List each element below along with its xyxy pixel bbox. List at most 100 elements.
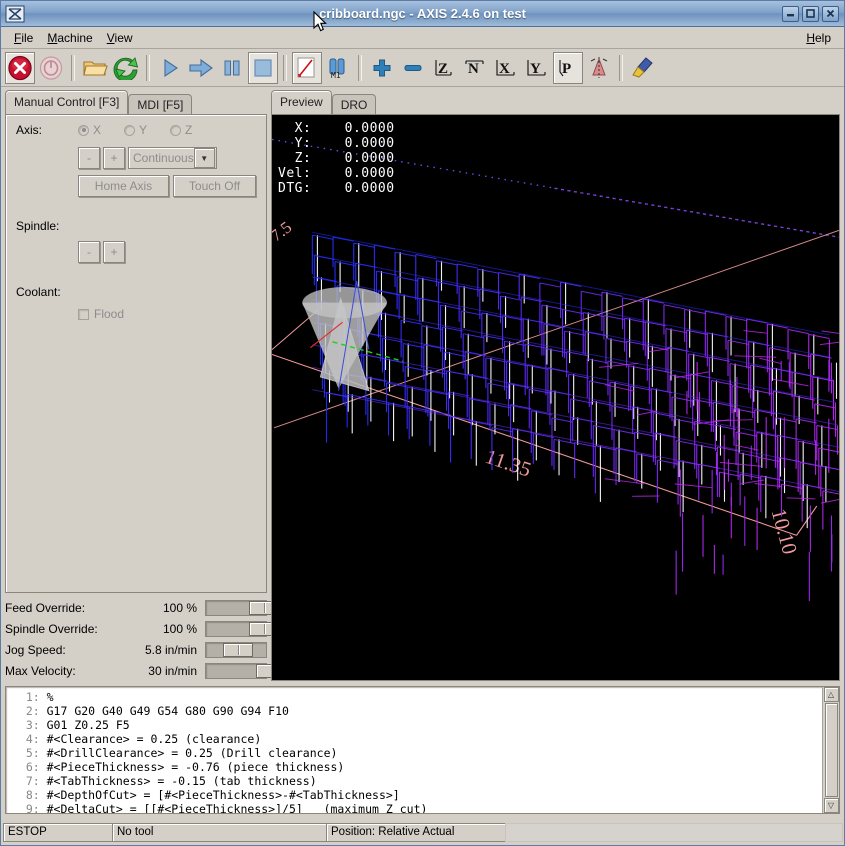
- jog-speed-label: Jog Speed:: [5, 642, 66, 657]
- toolpath-scene: 11.35 10.10 7.5: [272, 138, 839, 602]
- scroll-thumb[interactable]: [824, 703, 838, 797]
- tool-cone-button[interactable]: [584, 52, 614, 84]
- gcode-text[interactable]: 1: % 2: G17 G20 G40 G49 G54 G80 G90 G94 …: [6, 687, 822, 813]
- axis-radio-z[interactable]: Z: [170, 123, 216, 137]
- jog-controls-row: - + Continuous ▼: [16, 147, 256, 169]
- gcode-line-text: #<DeltaCut> = [[#<PieceThickness>]/5] (m…: [46, 802, 428, 814]
- gcode-line[interactable]: 2: G17 G20 G40 G49 G54 G80 G90 G94 F10: [12, 704, 822, 718]
- open-file-button[interactable]: [80, 52, 110, 84]
- gcode-line[interactable]: 7: #<TabThickness> = -0.15 (tab thicknes…: [12, 774, 822, 788]
- feed-override-label: Feed Override:: [5, 600, 86, 615]
- zoom-in-button[interactable]: [367, 52, 397, 84]
- block-delete-button[interactable]: [292, 51, 322, 84]
- menu-file[interactable]: FFileile: [7, 29, 40, 47]
- gcode-line[interactable]: 1: %: [12, 690, 822, 704]
- spindle-override-label: Spindle Override:: [5, 621, 98, 636]
- spindle-minus-button[interactable]: -: [78, 241, 100, 263]
- spindle-override-value: 100 %: [162, 621, 197, 636]
- scroll-down-arrow-icon[interactable]: ▽: [823, 798, 839, 813]
- svg-text:M1: M1: [331, 71, 341, 80]
- jog-speed-slider[interactable]: [205, 641, 267, 658]
- gcode-pane[interactable]: 1: % 2: G17 G20 G40 G49 G54 G80 G90 G94 …: [5, 686, 840, 814]
- gcode-line-number: 9:: [12, 802, 47, 814]
- menu-view[interactable]: View: [100, 29, 140, 47]
- feed-override-slider[interactable]: [205, 599, 280, 616]
- spindle-override-slider[interactable]: [205, 620, 280, 637]
- menu-help[interactable]: Help: [799, 29, 838, 47]
- dimension-x-label: 11.35: [482, 444, 534, 481]
- tab-preview[interactable]: Preview: [271, 90, 332, 114]
- machine-power-button[interactable]: [36, 52, 66, 84]
- gcode-line[interactable]: 6: #<PieceThickness> = -0.76 (piece thic…: [12, 760, 822, 774]
- tab-dro[interactable]: DRO: [331, 94, 377, 116]
- preview-canvas[interactable]: 11.35 10.10 7.5 X: 0.0000 Y: 0.0000 Z: 0…: [271, 114, 840, 681]
- app-icon: [5, 5, 27, 23]
- flood-checkbox[interactable]: Flood: [78, 307, 124, 321]
- view-z2-button[interactable]: N: [460, 52, 490, 84]
- radio-dot-x: [78, 124, 89, 136]
- menu-machine[interactable]: Machine: [40, 29, 99, 47]
- stop-program-button[interactable]: [248, 51, 278, 84]
- view-y-button[interactable]: Y: [522, 52, 552, 84]
- gcode-line-number: 6:: [12, 760, 47, 774]
- slider-thumb[interactable]: [222, 642, 253, 657]
- jog-speed-value: 5.8 in/min: [144, 642, 197, 657]
- reload-file-button[interactable]: [111, 52, 141, 84]
- toolbar-separator: [619, 54, 623, 81]
- max-velocity-slider[interactable]: [205, 662, 286, 679]
- dro-overlay: X: 0.0000 Y: 0.0000 Z: 0.0000 Vel: 0.000…: [278, 121, 395, 196]
- menu-bar: FFileile Machine View Help: [1, 27, 844, 49]
- gcode-line[interactable]: 5: #<DrillClearance> = 0.25 (Drill clear…: [12, 746, 822, 760]
- tool-cone: [302, 281, 388, 392]
- chevron-down-icon[interactable]: ▼: [193, 148, 215, 168]
- jog-speed-row: Jog Speed: 5.8 in/min: [5, 639, 267, 660]
- view-x-button[interactable]: X: [491, 52, 521, 84]
- toolbar-separator: [146, 54, 150, 81]
- spindle-label: Spindle:: [16, 219, 60, 233]
- view-z-button[interactable]: Z: [429, 52, 459, 84]
- tab-mdi[interactable]: MDI [F5]: [128, 94, 193, 116]
- spindle-plus-button[interactable]: +: [103, 241, 125, 263]
- zoom-out-button[interactable]: [398, 52, 428, 84]
- optional-stop-button[interactable]: M1: [323, 52, 353, 84]
- axis-selector-row: Axis: X Y Z: [16, 123, 256, 137]
- pause-program-button[interactable]: [217, 52, 247, 84]
- close-button[interactable]: [822, 5, 839, 22]
- axis-label: Axis:: [16, 123, 43, 137]
- tab-manual-control[interactable]: Manual Control [F3]: [5, 90, 129, 114]
- gcode-line[interactable]: 9: #<DeltaCut> = [[#<PieceThickness>]/5]…: [12, 802, 822, 814]
- gcode-line-text: #<Clearance> = 0.25 (clearance): [46, 732, 262, 746]
- home-touchoff-row: Home Axis Touch Off: [16, 175, 256, 197]
- gcode-line-number: 4:: [12, 732, 47, 746]
- jog-minus-button[interactable]: -: [78, 147, 100, 169]
- status-position: Position: Relative Actual: [326, 823, 506, 842]
- touch-off-button[interactable]: Touch Off: [172, 175, 256, 197]
- step-program-button[interactable]: [186, 52, 216, 84]
- gcode-line[interactable]: 4: #<Clearance> = 0.25 (clearance): [12, 732, 822, 746]
- home-axis-button[interactable]: Home Axis: [78, 175, 169, 197]
- gcode-line-number: 7:: [12, 774, 47, 788]
- gcode-line[interactable]: 8: #<DepthOfCut> = [#<PieceThickness>-#<…: [12, 788, 822, 802]
- gcode-line-text: #<DepthOfCut> = [#<PieceThickness>-#<Tab…: [46, 788, 400, 802]
- maximize-button[interactable]: [802, 5, 819, 22]
- estop-toggle-button[interactable]: [5, 51, 35, 84]
- status-machine-state: ESTOP: [3, 823, 113, 842]
- clear-plot-button[interactable]: [628, 52, 658, 84]
- view-p-button[interactable]: P: [553, 51, 583, 84]
- window-buttons: [782, 5, 844, 22]
- gcode-scrollbar[interactable]: △ ▽: [822, 687, 839, 813]
- gcode-line[interactable]: 3: G01 Z0.25 F5: [12, 718, 822, 732]
- gcode-line-text: G17 G20 G40 G49 G54 G80 G90 G94 F10: [46, 704, 289, 718]
- toolbar-separator: [71, 54, 75, 81]
- axis-radio-x[interactable]: X: [78, 123, 124, 137]
- gcode-line-text: #<DrillClearance> = 0.25 (Drill clearanc…: [46, 746, 338, 760]
- main-body: Manual Control [F3] MDI [F5] Axis: X Y Z…: [1, 87, 844, 681]
- jog-plus-button[interactable]: +: [103, 147, 125, 169]
- minimize-button[interactable]: [782, 5, 799, 22]
- run-program-button[interactable]: [155, 52, 185, 84]
- scroll-up-arrow-icon[interactable]: △: [823, 687, 839, 702]
- max-velocity-row: Max Velocity: 30 in/min: [5, 660, 286, 681]
- jog-mode-select[interactable]: Continuous ▼: [128, 147, 217, 169]
- gcode-line-number: 2:: [12, 704, 47, 718]
- axis-radio-y[interactable]: Y: [124, 123, 170, 137]
